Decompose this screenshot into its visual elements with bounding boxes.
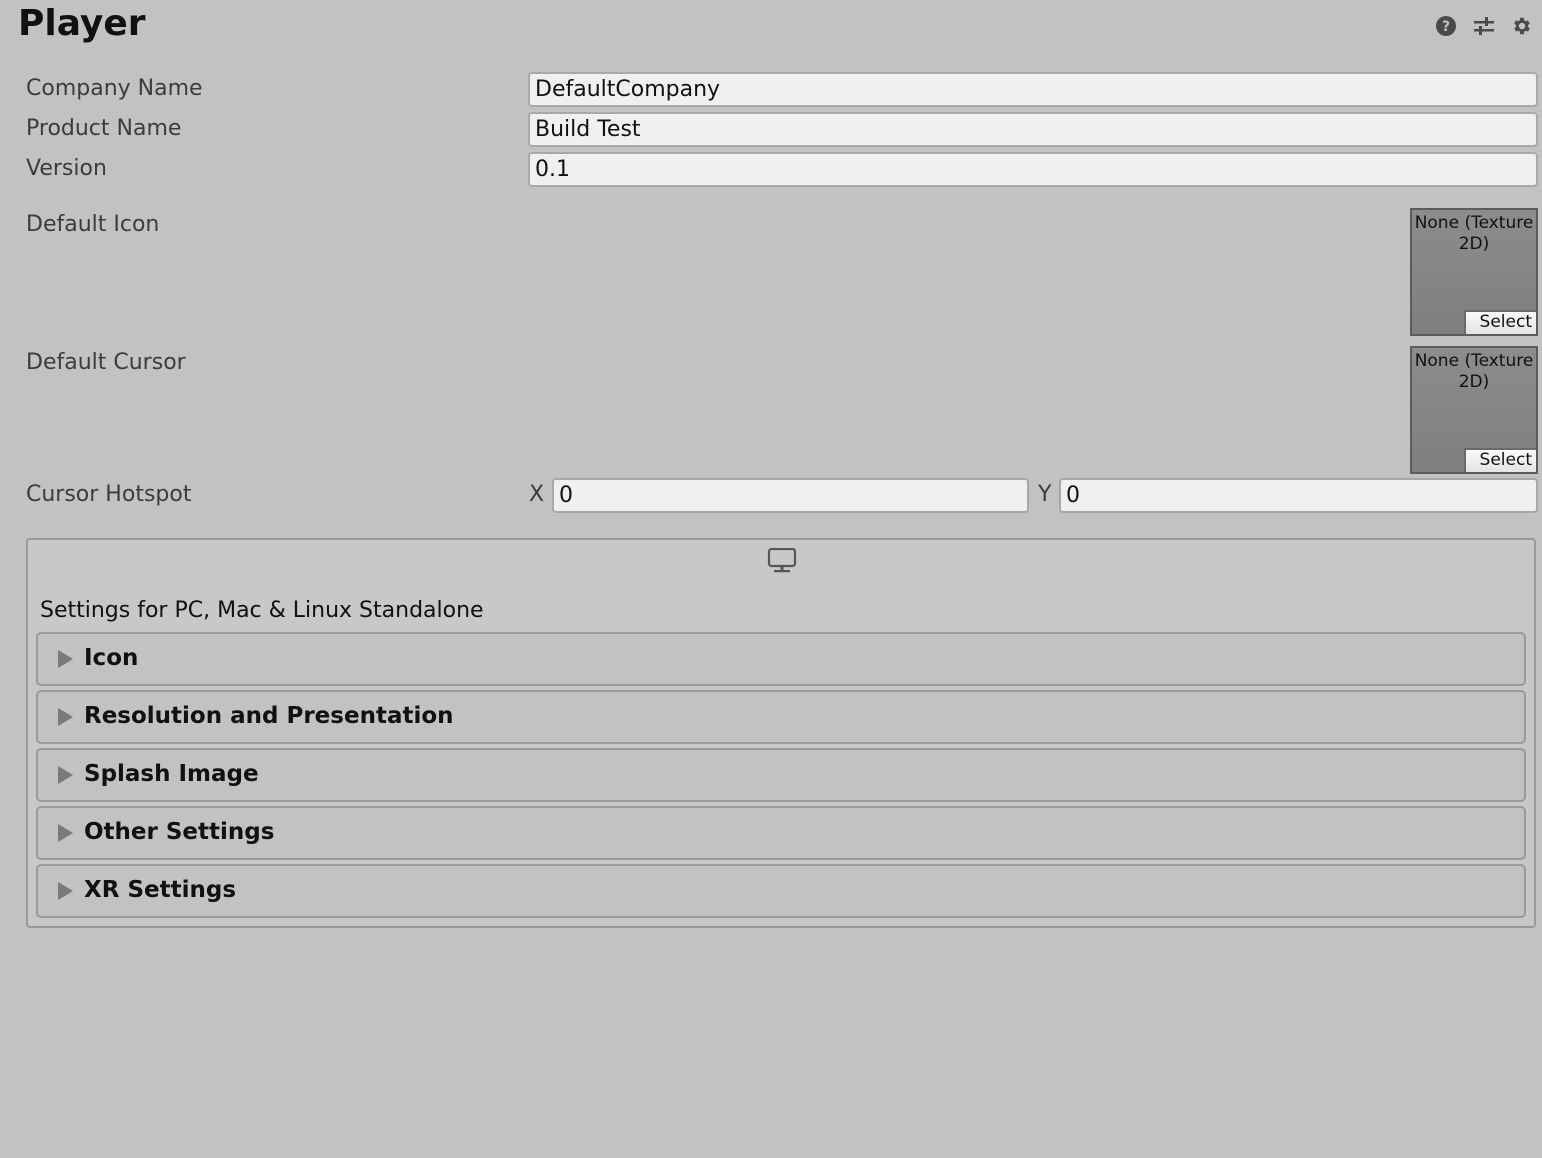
foldout-xr-settings[interactable]: XR Settings	[36, 864, 1526, 918]
default-cursor-texture-field[interactable]: None (Texture 2D) Select	[1410, 346, 1538, 474]
expand-arrow-icon	[58, 882, 73, 900]
page-title: Player	[18, 3, 146, 44]
foldout-other-settings[interactable]: Other Settings	[36, 806, 1526, 860]
default-icon-value: None (Texture 2D)	[1414, 213, 1534, 254]
hotspot-x-input[interactable]	[552, 478, 1029, 513]
foldout-label: Splash Image	[84, 761, 259, 787]
header-toolbar: ?	[1434, 14, 1534, 38]
expand-arrow-icon	[58, 824, 73, 842]
version-label: Version	[26, 156, 107, 181]
version-input[interactable]	[528, 152, 1538, 187]
product-name-input[interactable]	[528, 112, 1538, 147]
default-icon-select-button[interactable]: Select	[1464, 310, 1536, 334]
hotspot-y-input[interactable]	[1059, 478, 1538, 513]
default-cursor-select-button[interactable]: Select	[1464, 448, 1536, 472]
hotspot-y-label: Y	[1038, 482, 1052, 507]
help-icon[interactable]: ?	[1434, 14, 1458, 38]
default-cursor-value: None (Texture 2D)	[1414, 351, 1534, 392]
company-name-label: Company Name	[26, 76, 203, 101]
expand-arrow-icon	[58, 766, 73, 784]
foldout-splash-image[interactable]: Splash Image	[36, 748, 1526, 802]
product-name-label: Product Name	[26, 116, 182, 141]
monitor-icon[interactable]	[767, 547, 797, 574]
gear-icon[interactable]	[1510, 14, 1534, 38]
preset-sliders-icon[interactable]	[1472, 14, 1496, 38]
default-cursor-label: Default Cursor	[26, 350, 186, 375]
cursor-hotspot-label: Cursor Hotspot	[26, 482, 192, 507]
foldout-resolution-and-presentation[interactable]: Resolution and Presentation	[36, 690, 1526, 744]
hotspot-x-label: X	[529, 482, 545, 507]
expand-arrow-icon	[58, 650, 73, 668]
platform-settings-panel: Settings for PC, Mac & Linux Standalone …	[26, 538, 1536, 928]
svg-text:?: ?	[1442, 19, 1450, 35]
company-name-input[interactable]	[528, 72, 1538, 107]
foldout-label: Icon	[84, 645, 139, 671]
default-icon-label: Default Icon	[26, 212, 160, 237]
foldout-label: Other Settings	[84, 819, 275, 845]
foldout-icon[interactable]: Icon	[36, 632, 1526, 686]
default-icon-texture-field[interactable]: None (Texture 2D) Select	[1410, 208, 1538, 336]
expand-arrow-icon	[58, 708, 73, 726]
foldout-label: Resolution and Presentation	[84, 703, 454, 729]
platform-settings-title: Settings for PC, Mac & Linux Standalone	[40, 598, 484, 623]
foldout-label: XR Settings	[84, 877, 237, 903]
